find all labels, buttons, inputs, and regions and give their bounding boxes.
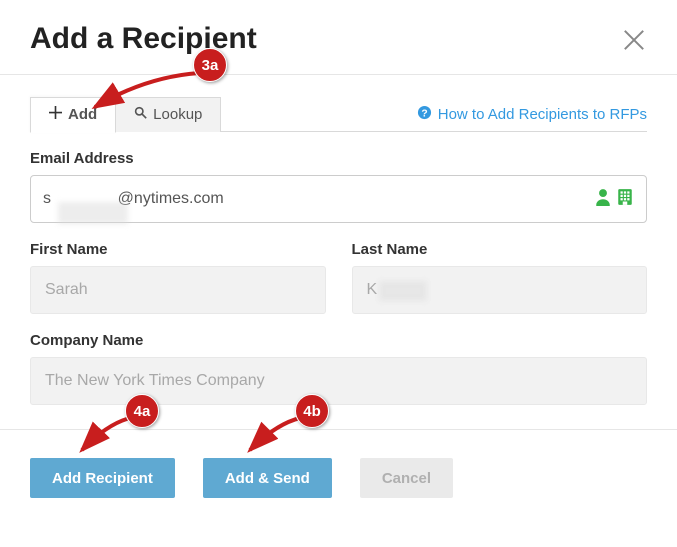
help-link-text: How to Add Recipients to RFPs [438, 106, 647, 123]
person-icon [594, 188, 612, 211]
email-field-icons [594, 188, 634, 211]
callout-4a: 4a [125, 394, 159, 428]
first-name-label: First Name [30, 241, 326, 258]
callout-3a: 3a [193, 48, 227, 82]
arrow-3a [85, 67, 213, 119]
callout-4b: 4b [295, 394, 329, 428]
redaction-blur [379, 281, 427, 301]
name-row: First Name Sarah Last Name K [30, 241, 647, 314]
last-name-label: Last Name [352, 241, 648, 258]
last-name-value: K [367, 281, 378, 299]
dialog-body: Add Lookup ? How to Add Recipients to RF… [0, 75, 677, 405]
help-link[interactable]: ? How to Add Recipients to RFPs [417, 105, 647, 132]
first-name-group: First Name Sarah [30, 241, 326, 314]
add-send-button[interactable]: Add & Send [203, 458, 332, 498]
email-label: Email Address [30, 150, 647, 167]
company-group: Company Name The New York Times Company [30, 332, 647, 405]
svg-text:?: ? [421, 108, 427, 119]
last-name-group: Last Name K [352, 241, 648, 314]
first-name-value: Sarah [45, 281, 88, 299]
company-value: The New York Times Company [45, 372, 265, 390]
email-input[interactable] [43, 190, 594, 208]
dialog-header: Add a Recipient [0, 0, 677, 75]
last-name-field: K [352, 266, 648, 314]
add-recipient-button[interactable]: Add Recipient [30, 458, 175, 498]
plus-icon [49, 106, 62, 123]
cancel-button[interactable]: Cancel [360, 458, 453, 498]
email-input-wrap [30, 175, 647, 223]
close-icon[interactable] [621, 26, 647, 52]
help-icon: ? [417, 105, 432, 124]
dialog-footer: Add Recipient Add & Send Cancel 4a 4b [0, 429, 677, 524]
email-group: Email Address [30, 150, 647, 223]
company-field: The New York Times Company [30, 357, 647, 405]
dialog-title: Add a Recipient [30, 22, 257, 56]
building-icon [616, 188, 634, 211]
first-name-field: Sarah [30, 266, 326, 314]
company-label: Company Name [30, 332, 647, 349]
